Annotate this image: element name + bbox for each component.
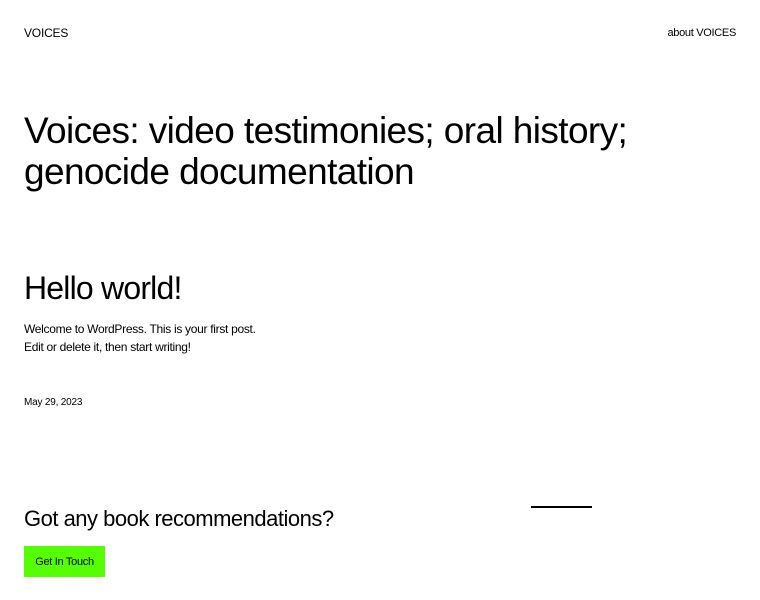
post-excerpt-line: Edit or delete it, then start writing! (24, 339, 191, 354)
site-title-link[interactable]: VOICES (24, 26, 68, 40)
hero-title: Voices: video testimonies; oral history;… (24, 110, 628, 192)
post-date-link[interactable]: May 29, 2023 (24, 397, 82, 408)
post-excerpt-line: Welcome to WordPress. This is your first… (24, 322, 256, 336)
nav-link-about[interactable]: about VOICES (667, 27, 736, 39)
divider (531, 506, 592, 508)
get-in-touch-button[interactable]: Get In Touch (24, 546, 105, 577)
post-title-link[interactable]: Hello world! (24, 268, 182, 308)
cta-heading: Got any book recommendations? (24, 506, 334, 531)
post-excerpt: Welcome to WordPress. This is your first… (24, 321, 256, 356)
page: VOICES about VOICES Voices: video testim… (0, 0, 760, 600)
